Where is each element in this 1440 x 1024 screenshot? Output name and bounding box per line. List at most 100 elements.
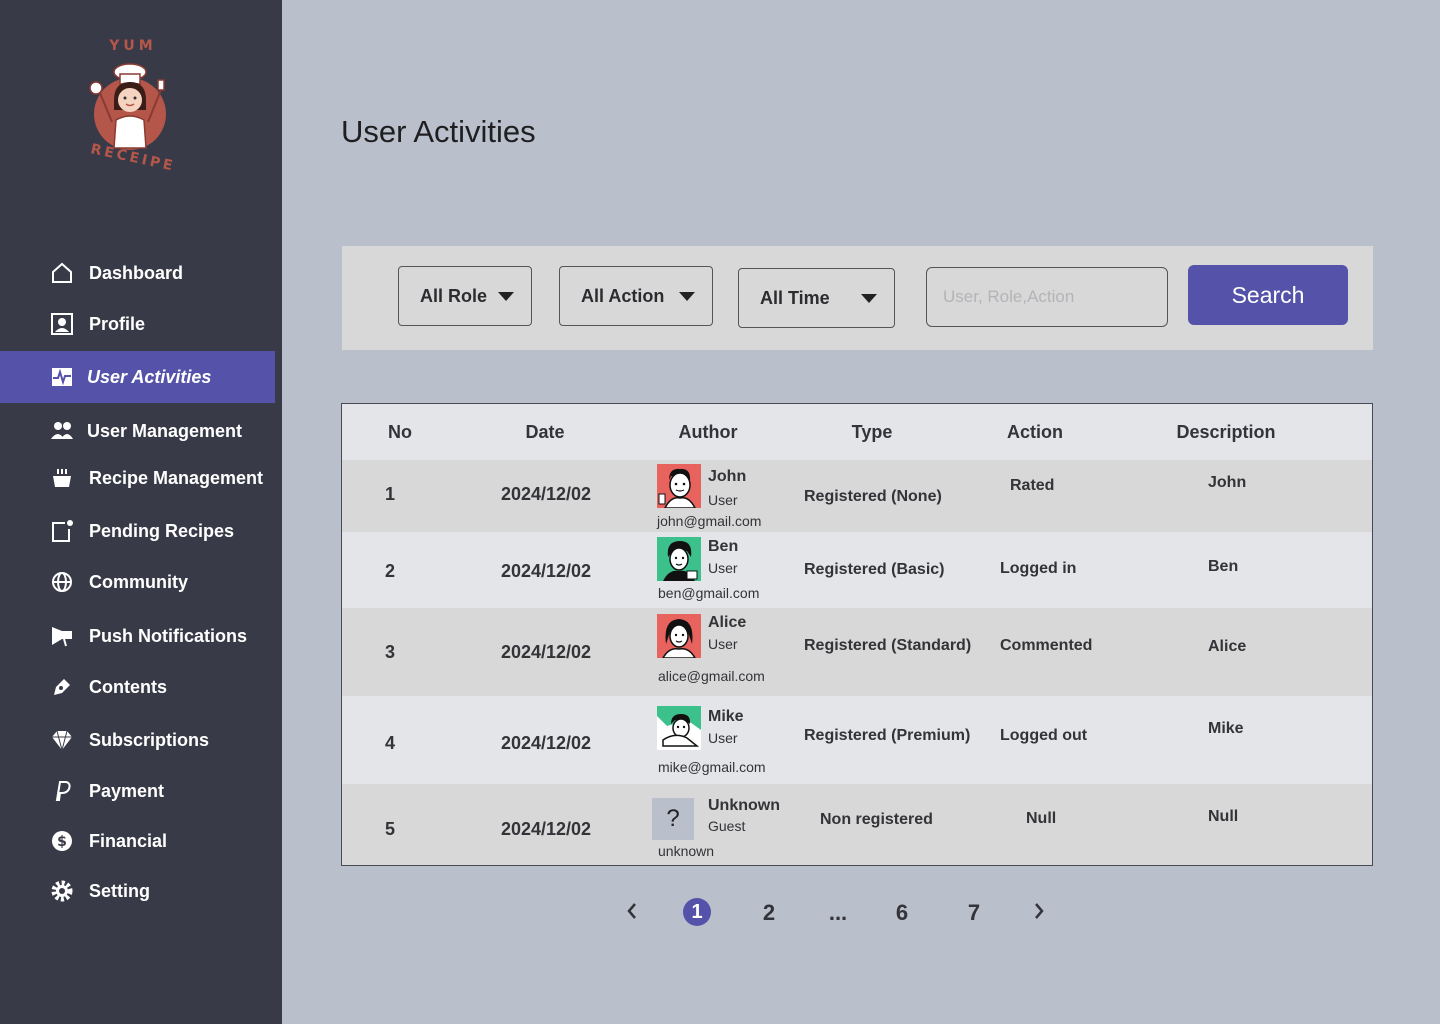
author-role: User <box>708 560 738 576</box>
table-row[interactable]: 5 2024/12/02 ? Unknown Guest unknown Non… <box>342 784 1372 865</box>
row-description: John <box>1208 474 1247 491</box>
sidebar-item-label: Dashboard <box>89 262 184 283</box>
sidebar-item-recipe-management[interactable]: Recipe Management <box>0 452 275 504</box>
table-header: No Date Author Type Action Description <box>342 404 1372 460</box>
author-email: ben@gmail.com <box>658 585 760 601</box>
diamond-icon <box>50 728 74 752</box>
row-date: 2024/12/02 <box>500 484 592 504</box>
sidebar-item-label: Financial <box>89 830 168 851</box>
author-role: User <box>708 730 738 746</box>
pending-icon <box>50 519 74 543</box>
sidebar-item-label: User Management <box>87 420 243 441</box>
gear-icon <box>50 879 74 903</box>
row-description: Null <box>1208 808 1239 825</box>
sidebar-item-label: Setting <box>89 880 150 901</box>
avatar <box>657 537 701 581</box>
pot-icon <box>50 466 74 490</box>
author-email: alice@gmail.com <box>658 668 765 684</box>
next-page-icon[interactable] <box>1032 900 1046 928</box>
row-type: Registered (Basic) <box>804 561 945 578</box>
row-number: 2 <box>384 561 396 581</box>
megaphone-icon <box>50 624 74 648</box>
sidebar-item-label: Community <box>89 571 188 592</box>
column-header-author: Author <box>678 422 738 442</box>
page-button-1[interactable]: 1 <box>683 898 711 926</box>
app-logo[interactable]: YUM RECEIPE <box>80 38 180 178</box>
svg-text:$: $ <box>57 834 67 850</box>
avatar <box>657 614 701 658</box>
search-input[interactable] <box>926 267 1168 327</box>
sidebar-item-subscriptions[interactable]: Subscriptions <box>0 714 275 766</box>
row-type: Registered (Standard) <box>804 637 972 654</box>
sidebar-item-dashboard[interactable]: Dashboard <box>0 247 275 299</box>
search-button[interactable]: Search <box>1188 265 1348 325</box>
sidebar-item-label: Subscriptions <box>89 729 210 750</box>
row-date: 2024/12/02 <box>500 561 592 581</box>
author-email: mike@gmail.com <box>658 759 766 775</box>
sidebar-item-user-activities[interactable]: User Activities <box>0 351 275 403</box>
sidebar-item-contents[interactable]: Contents <box>0 661 275 713</box>
sidebar-item-pending-recipes[interactable]: Pending Recipes <box>0 505 275 557</box>
row-date: 2024/12/02 <box>500 642 592 662</box>
row-action: Logged out <box>1000 727 1088 744</box>
author-name: Mike <box>708 708 744 725</box>
author-role: User <box>708 636 738 652</box>
table-row[interactable]: 3 2024/12/02 Alice User alice@gmail.com … <box>342 608 1372 696</box>
row-type: Registered (None) <box>804 488 942 505</box>
row-number: 4 <box>384 733 396 753</box>
sidebar-item-user-management[interactable]: User Management <box>0 405 275 457</box>
action-filter-dropdown[interactable]: All Action <box>559 266 713 326</box>
row-type: Registered (Premium) <box>804 727 971 744</box>
avatar <box>657 464 701 508</box>
row-action: Rated <box>1010 477 1055 494</box>
role-filter-dropdown[interactable]: All Role <box>398 266 532 326</box>
sidebar-item-label: Push Notifications <box>89 625 248 646</box>
table-row[interactable]: 4 2024/12/02 Mike User mike@gmail.com Re… <box>342 696 1372 784</box>
row-description: Ben <box>1208 558 1239 575</box>
sidebar-item-setting[interactable]: Setting <box>0 865 275 917</box>
row-date: 2024/12/02 <box>500 733 592 753</box>
sidebar-item-payment[interactable]: Payment <box>0 765 275 817</box>
column-header-description: Description <box>1176 422 1276 442</box>
table-row[interactable]: 2 2024/12/02 Ben User ben@gmail.com Regi… <box>342 532 1372 608</box>
column-header-date: Date <box>525 422 565 442</box>
sidebar-item-financial[interactable]: $ Financial <box>0 815 275 867</box>
globe-icon <box>50 570 74 594</box>
column-header-action: Action <box>1007 422 1063 442</box>
row-date: 2024/12/02 <box>500 819 592 839</box>
author-name: Unknown <box>708 797 780 814</box>
row-number: 5 <box>384 819 396 839</box>
sidebar-item-label: Payment <box>89 780 165 801</box>
paypal-icon <box>50 779 74 803</box>
row-action: Null <box>1026 810 1057 827</box>
author-name: Alice <box>708 614 747 631</box>
sidebar-item-label: Pending Recipes <box>89 520 235 541</box>
page-button-2[interactable]: 2 <box>763 900 775 926</box>
pen-icon <box>50 675 74 699</box>
dollar-icon: $ <box>50 829 74 853</box>
page-button-6[interactable]: 6 <box>896 900 908 926</box>
table-row[interactable]: 1 2024/12/02 John User john@gmail.com Re… <box>342 460 1372 532</box>
chevron-down-icon <box>679 292 695 301</box>
filter-bar: All Role All Action All Time Search <box>342 246 1373 350</box>
author-role: Guest <box>708 818 746 834</box>
sidebar-item-profile[interactable]: Profile <box>0 298 275 350</box>
role-filter-value: All Role <box>420 285 488 306</box>
prev-page-icon[interactable] <box>625 900 639 928</box>
sidebar-item-push-notifications[interactable]: Push Notifications <box>0 610 275 662</box>
sidebar-item-community[interactable]: Community <box>0 556 275 608</box>
column-header-no: No <box>388 422 412 442</box>
row-description: Alice <box>1208 638 1247 655</box>
users-icon <box>50 419 74 443</box>
column-header-type: Type <box>851 422 893 442</box>
avatar <box>657 706 701 750</box>
chevron-down-icon <box>498 292 514 301</box>
page-button-7[interactable]: 7 <box>968 900 980 926</box>
row-number: 1 <box>384 484 396 504</box>
row-type: Non registered <box>820 811 933 828</box>
sidebar: YUM RECEIPE Dashboard Profile User Activ… <box>0 0 282 1024</box>
time-filter-dropdown[interactable]: All Time <box>738 268 895 328</box>
time-filter-value: All Time <box>760 287 830 308</box>
action-filter-value: All Action <box>581 285 665 306</box>
sidebar-item-label: Contents <box>89 676 167 697</box>
